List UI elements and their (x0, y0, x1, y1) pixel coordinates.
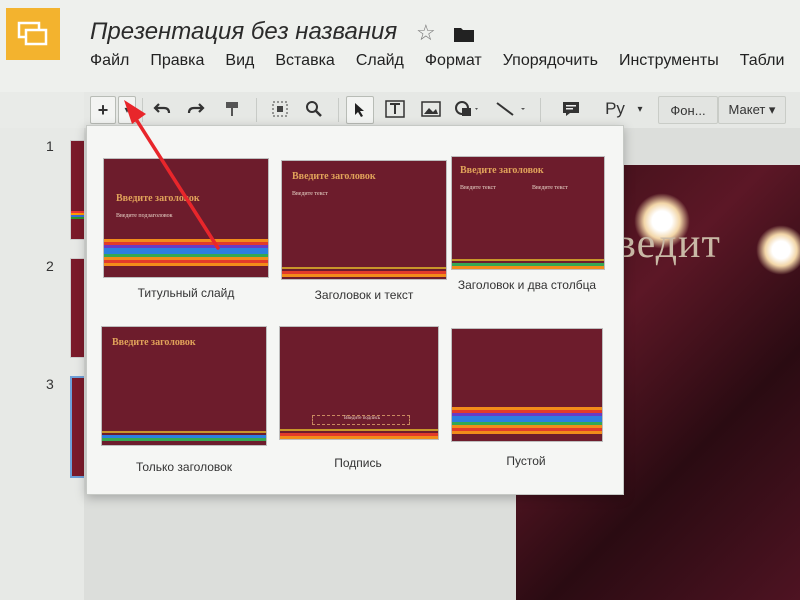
layout-label: Заголовок и два столбца (457, 278, 597, 292)
layout-thumbnail: Введите заголовок Введите подзаголовок (103, 158, 269, 278)
layout-thumb-title: Введите заголовок (112, 337, 196, 348)
layout-label: Только заголовок (135, 460, 233, 474)
layout-thumbnail: Введите подпись (279, 326, 439, 440)
accent-line (452, 259, 604, 261)
layout-option-caption[interactable]: Введите подпись Подпись (279, 326, 445, 471)
paint-format-icon[interactable] (220, 96, 244, 122)
menu-arrange[interactable]: Упорядочить (503, 52, 598, 76)
layout-dropdown-menu: Введите заголовок Введите подзаголовок Т… (86, 125, 624, 495)
slide-number: 3 (46, 376, 54, 392)
layout-label: Пустой (506, 454, 546, 468)
language-button[interactable]: Ру (600, 96, 630, 122)
layout-button[interactable]: Макет ▾ (718, 96, 786, 124)
text-box-icon[interactable] (382, 96, 408, 122)
background-button[interactable]: Фон... (658, 96, 718, 124)
menu-format[interactable]: Формат (425, 52, 482, 76)
rainbow-stripe (102, 435, 266, 441)
layout-thumb-subtitle: Введите текст (460, 185, 496, 191)
toolbar: + ▾ Ру ▾ Фон... Макет ▾ (84, 92, 800, 129)
zoom-fit-icon[interactable] (268, 96, 292, 122)
language-dropdown-icon[interactable]: ▾ (634, 96, 646, 122)
light-glow (756, 225, 800, 275)
new-slide-button[interactable]: + (90, 96, 116, 124)
layout-thumb-subtitle: Введите подпись (344, 416, 381, 421)
layout-option-title-and-body[interactable]: Введите заголовок Введите текст Заголово… (281, 160, 447, 303)
slide-number: 2 (46, 258, 54, 274)
toolbar-separator (338, 98, 339, 122)
layout-thumb-title: Введите заголовок (460, 165, 544, 176)
layout-option-title-only[interactable]: Введите заголовок Только заголовок (101, 326, 267, 475)
menu-edit[interactable]: Правка (150, 52, 204, 76)
app-header: Презентация без названия ☆ Файл Правка В… (0, 0, 800, 92)
layout-thumb-title: Введите заголовок (116, 193, 200, 204)
accent-line (282, 267, 446, 269)
layout-thumbnail: Введите заголовок Введите текст Введите … (451, 156, 605, 270)
document-title[interactable]: Презентация без названия (90, 18, 397, 46)
shape-icon[interactable] (452, 96, 482, 122)
select-cursor-icon[interactable] (346, 96, 374, 124)
undo-icon[interactable] (150, 96, 174, 122)
menu-insert[interactable]: Вставка (275, 52, 334, 76)
layout-thumb-subtitle: Введите подзаголовок (116, 213, 173, 219)
rainbow-stripe (452, 407, 602, 434)
layout-thumbnail: Введите заголовок (101, 326, 267, 446)
new-slide-layout-dropdown[interactable]: ▾ (118, 96, 136, 124)
slide-filmstrip: 1 2 3 (0, 128, 94, 600)
comment-icon[interactable] (558, 96, 584, 122)
main-slide-title[interactable]: ведит (616, 220, 721, 268)
folder-icon[interactable] (454, 26, 474, 47)
layout-option-blank[interactable]: Пустой (451, 328, 617, 469)
rainbow-stripe (104, 239, 268, 266)
rainbow-stripe (282, 271, 446, 277)
accent-line (280, 429, 438, 431)
slide-number: 1 (46, 138, 54, 154)
slides-logo-icon[interactable] (6, 8, 60, 60)
layout-thumb-title: Введите заголовок (292, 171, 376, 182)
menu-table[interactable]: Табли (740, 52, 785, 76)
menu-tools[interactable]: Инструменты (619, 52, 719, 76)
layout-label: Подпись (334, 456, 382, 470)
layout-label: Титульный слайд (137, 286, 235, 300)
layout-label: Заголовок и текст (314, 288, 414, 302)
zoom-icon[interactable] (302, 96, 326, 122)
menu-view[interactable]: Вид (225, 52, 254, 76)
layout-option-title-slide[interactable]: Введите заголовок Введите подзаголовок Т… (103, 158, 269, 301)
toolbar-separator (540, 98, 541, 122)
layout-thumbnail: Введите заголовок Введите текст (281, 160, 447, 280)
rainbow-stripe (452, 263, 604, 269)
menu-slide[interactable]: Слайд (356, 52, 404, 76)
menu-file[interactable]: Файл (90, 52, 129, 76)
redo-icon[interactable] (184, 96, 208, 122)
toolbar-separator (142, 98, 143, 122)
toolbar-separator (256, 98, 257, 122)
layout-option-two-columns[interactable]: Введите заголовок Введите текст Введите … (451, 156, 617, 293)
rainbow-stripe (280, 433, 438, 439)
layout-thumbnail (451, 328, 603, 442)
line-icon[interactable] (494, 96, 530, 122)
image-icon[interactable] (418, 96, 444, 122)
layout-thumb-subtitle: Введите текст (292, 191, 328, 197)
accent-line (102, 431, 266, 433)
slides-app: Презентация без названия ☆ Файл Правка В… (0, 0, 800, 600)
star-icon[interactable]: ☆ (416, 20, 436, 46)
layout-thumb-subtitle: Введите текст (532, 185, 568, 191)
menu-bar: Файл Правка Вид Вставка Слайд Формат Упо… (90, 52, 800, 76)
